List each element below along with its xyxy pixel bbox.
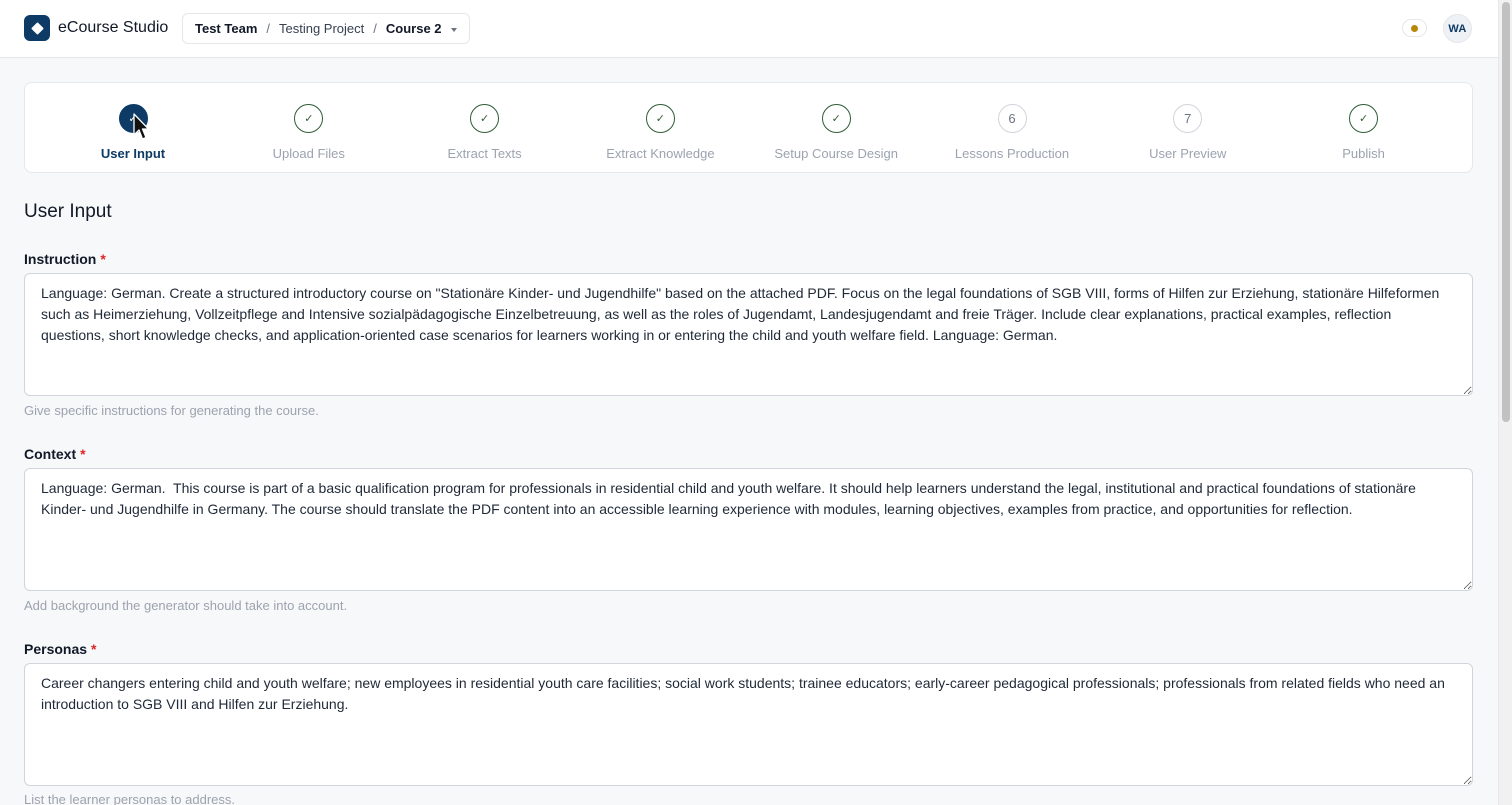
required-marker: * (100, 251, 106, 267)
personas-label: Personas * (24, 641, 97, 657)
personas-helper-text: List the learner personas to address. (24, 792, 236, 805)
instruction-helper-text: Give specific instructions for generatin… (24, 403, 319, 418)
breadcrumb-separator: / (373, 21, 377, 36)
app-logo-icon[interactable] (24, 15, 50, 41)
context-textarea[interactable]: Language: German. This course is part of… (24, 468, 1473, 591)
section-title: User Input (24, 201, 112, 222)
breadcrumb[interactable]: Test Team / Testing Project / Course 2 (182, 13, 470, 44)
check-icon[interactable]: ✓ (1349, 104, 1379, 133)
context-label: Context * (24, 446, 86, 462)
step-label: User Input (100, 146, 166, 161)
top-bar: eCourse Studio Test Team / Testing Proje… (0, 0, 1498, 58)
chevron-down-icon[interactable] (450, 27, 457, 32)
step-extract-knowledge[interactable]: ✓ Extract Knowledge (572, 83, 748, 174)
check-icon[interactable]: ✓ (294, 104, 324, 133)
step-lessons-production[interactable]: 6 Lessons Production (924, 83, 1100, 174)
step-label: Extract Texts (447, 146, 522, 161)
context-helper-text: Add background the generator should take… (24, 598, 348, 613)
context-label-text: Context (24, 446, 77, 462)
step-user-preview[interactable]: 7 User Preview (1100, 83, 1276, 174)
personas-textarea[interactable]: Career changers entering child and youth… (24, 663, 1473, 786)
step-user-input[interactable]: ✓ User Input (45, 83, 221, 174)
step-label: Lessons Production (954, 146, 1070, 161)
step-label: User Preview (1149, 146, 1227, 161)
step-label: Extract Knowledge (606, 146, 715, 161)
breadcrumb-course[interactable]: Course 2 (386, 21, 442, 36)
check-icon[interactable]: ✓ (470, 104, 500, 133)
breadcrumb-project[interactable]: Testing Project (279, 21, 364, 36)
step-label: Setup Course Design (774, 146, 898, 161)
page-scrollbar[interactable] (1498, 0, 1512, 805)
step-upload-files[interactable]: ✓ Upload Files (221, 83, 397, 174)
step-number[interactable]: 7 (1173, 104, 1203, 133)
instruction-label: Instruction * (24, 251, 106, 267)
status-indicator[interactable] (1402, 19, 1427, 37)
avatar[interactable]: WA (1443, 14, 1472, 43)
status-dot-icon (1411, 24, 1418, 32)
step-number[interactable]: 6 (997, 104, 1027, 133)
app-name[interactable]: eCourse Studio (58, 19, 168, 37)
required-marker: * (91, 641, 97, 657)
step-label: Publish (1342, 146, 1385, 161)
check-icon[interactable]: ✓ (821, 104, 851, 133)
personas-label-text: Personas (24, 641, 88, 657)
check-icon[interactable]: ✓ (645, 104, 675, 133)
step-publish[interactable]: ✓ Publish (1276, 83, 1452, 174)
progress-stepper: ✓ User Input ✓ Upload Files ✓ Extract Texts ✓ E… (24, 82, 1473, 173)
step-label: Upload Files (272, 146, 345, 161)
breadcrumb-team[interactable]: Test Team (195, 21, 257, 36)
breadcrumb-separator: / (266, 21, 270, 36)
step-setup-course-design[interactable]: ✓ Setup Course Design (748, 83, 924, 174)
check-icon[interactable]: ✓ (118, 104, 148, 133)
instruction-label-text: Instruction (24, 251, 97, 267)
required-marker: * (80, 446, 86, 462)
step-extract-texts[interactable]: ✓ Extract Texts (397, 83, 573, 174)
instruction-textarea[interactable]: Language: German. Create a structured in… (24, 273, 1473, 396)
scrollbar-thumb[interactable] (1502, 2, 1510, 422)
